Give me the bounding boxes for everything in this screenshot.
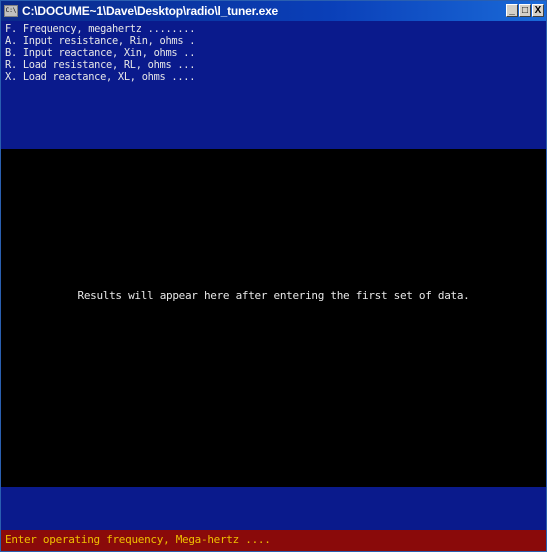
minimize-button[interactable]: _: [506, 4, 518, 17]
window-controls: _ □ X: [506, 4, 544, 17]
console-app-icon-label: C:\: [5, 7, 17, 14]
menu-item-load-reactance: X. Load reactance, XL, ohms ....: [5, 70, 196, 83]
title-bar[interactable]: C:\ C:\DOCUME~1\Dave\Desktop\radio\l_tun…: [1, 1, 546, 21]
prompt-text: Enter operating frequency, Mega-hertz ..…: [5, 533, 271, 546]
window-title: C:\DOCUME~1\Dave\Desktop\radio\l_tuner.e…: [22, 4, 279, 18]
input-menu: F. Frequency, megahertz ........ A. Inpu…: [1, 21, 546, 149]
status-band: [1, 487, 546, 530]
close-button[interactable]: X: [532, 4, 544, 17]
prompt-bar[interactable]: Enter operating frequency, Mega-hertz ..…: [1, 530, 546, 551]
console-app-icon[interactable]: C:\: [4, 5, 18, 17]
maximize-button[interactable]: □: [519, 4, 531, 17]
console-window: C:\ C:\DOCUME~1\Dave\Desktop\radio\l_tun…: [0, 0, 547, 552]
console-area[interactable]: F. Frequency, megahertz ........ A. Inpu…: [1, 21, 546, 551]
results-message: Results will appear here after entering …: [77, 289, 470, 302]
